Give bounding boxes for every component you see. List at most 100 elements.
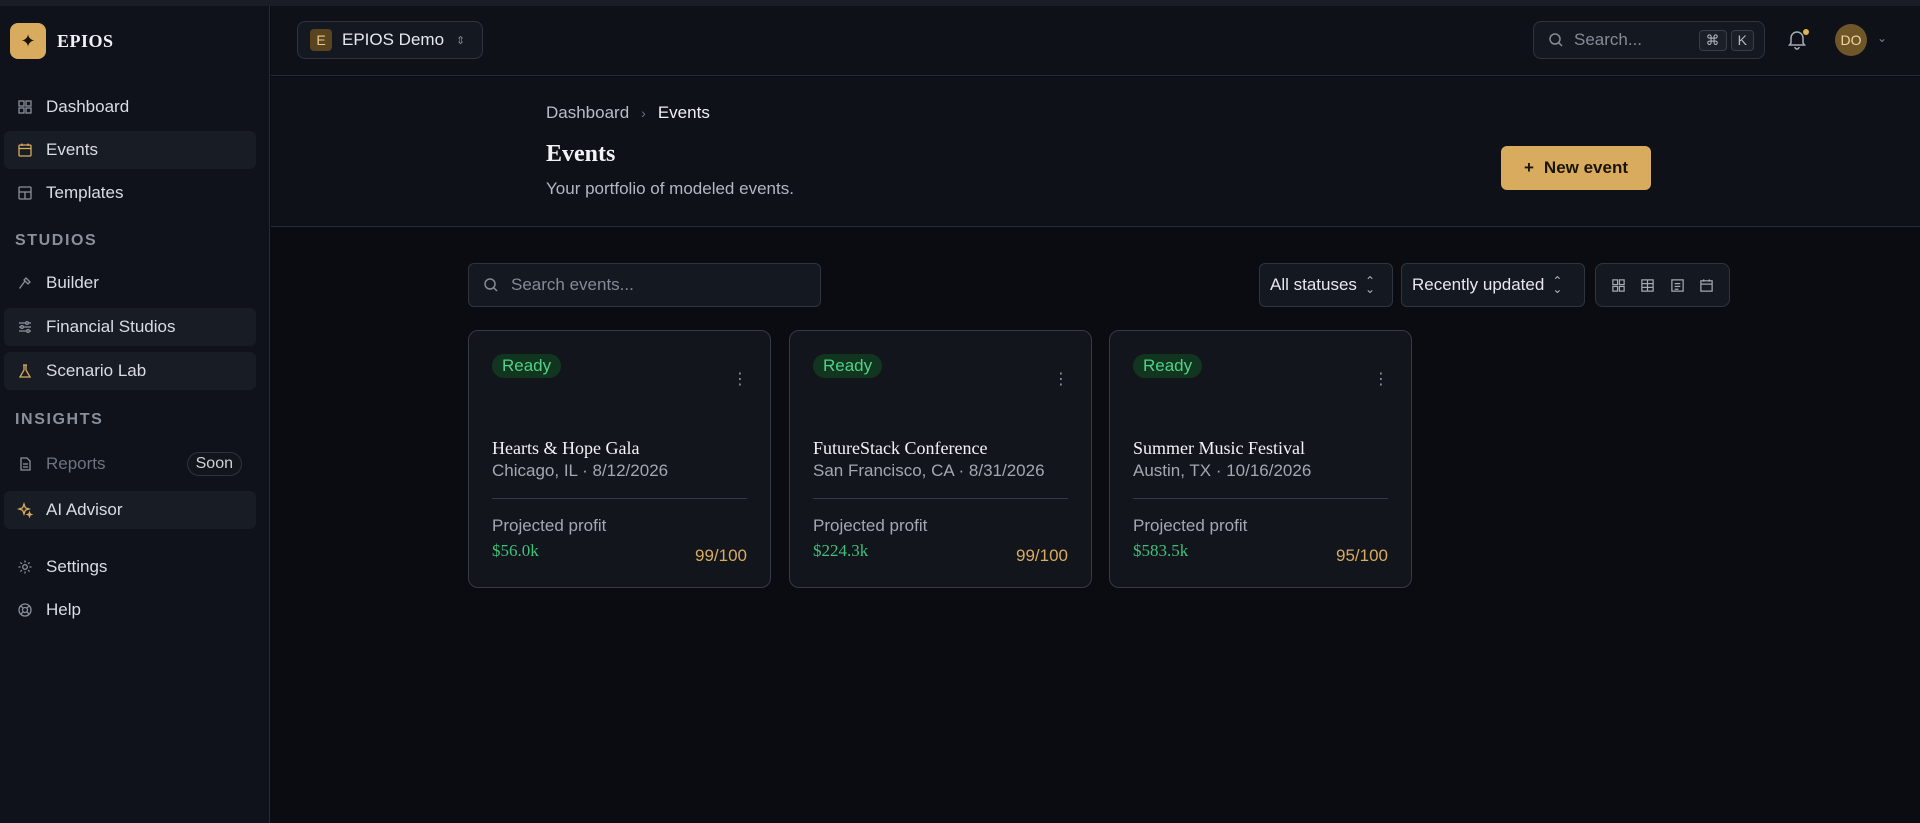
- sidebar: ✦ EPIOS Dashboard Events Templates STUDI…: [0, 6, 270, 823]
- event-card[interactable]: Ready ⋮ FutureStack Conference San Franc…: [789, 330, 1092, 588]
- chevron-updown-icon: ⌃ ⌄: [1364, 274, 1375, 296]
- breadcrumb-current: Events: [657, 103, 710, 122]
- sidebar-item-builder[interactable]: Builder: [4, 264, 256, 302]
- event-meta: Austin, TX · 10/16/2026: [1133, 461, 1312, 480]
- section-label-studios: STUDIOS: [15, 232, 98, 249]
- sidebar-item-settings[interactable]: Settings: [4, 548, 256, 586]
- sidebar-item-scenario-lab[interactable]: Scenario Lab: [4, 352, 256, 390]
- sort-select[interactable]: Recently updated ⌃ ⌄: [1401, 263, 1585, 307]
- event-score: 99/100: [1016, 546, 1068, 565]
- sidebar-item-events[interactable]: Events: [4, 131, 256, 169]
- sort-value: Recently updated: [1412, 275, 1545, 294]
- sidebar-item-label: Help: [46, 600, 81, 619]
- more-options-icon[interactable]: ⋮: [1053, 372, 1069, 388]
- gear-icon: [16, 558, 34, 576]
- template-icon: [16, 184, 34, 202]
- chevron-down-icon[interactable]: ⌄: [1877, 31, 1887, 45]
- calendar-icon: [1700, 278, 1713, 292]
- page-header: Dashboard › Events Events Your portfolio…: [271, 77, 1920, 227]
- workspace-initial: E: [310, 29, 332, 51]
- sidebar-item-label: Events: [46, 140, 98, 159]
- sidebar-item-label: Builder: [46, 273, 99, 292]
- search-icon: [484, 278, 498, 292]
- flask-icon: [16, 362, 34, 380]
- top-header: E EPIOS Demo ⇕ Search... ⌘ K DO ⌄: [271, 6, 1920, 76]
- sidebar-item-reports[interactable]: Reports Soon: [4, 445, 256, 483]
- chevron-updown-icon: ⇕: [456, 34, 466, 47]
- sidebar-item-financial-studios[interactable]: Financial Studios: [4, 308, 256, 346]
- event-card[interactable]: Ready ⋮ Summer Music Festival Austin, TX…: [1109, 330, 1412, 588]
- lifebuoy-icon: [16, 601, 34, 619]
- profit-value: $583.5k: [1133, 541, 1189, 560]
- more-options-icon[interactable]: ⋮: [1373, 372, 1389, 388]
- avatar[interactable]: DO: [1835, 24, 1867, 56]
- event-meta: San Francisco, CA · 8/31/2026: [813, 461, 1045, 480]
- event-title: Summer Music Festival: [1133, 438, 1305, 458]
- new-event-button[interactable]: + New event: [1501, 146, 1651, 190]
- status-badge: Ready: [813, 354, 883, 378]
- kbd-cmd: ⌘: [1698, 29, 1727, 51]
- view-switcher: [1595, 263, 1730, 307]
- page-subtitle: Your portfolio of modeled events.: [546, 179, 794, 198]
- profit-label: Projected profit: [492, 516, 607, 535]
- status-filter-select[interactable]: All statuses ⌃ ⌄: [1259, 263, 1393, 307]
- calendar-icon: [16, 141, 34, 159]
- chevron-right-icon: ›: [641, 105, 646, 121]
- dashboard-icon: [16, 98, 34, 116]
- kbd-key: K: [1730, 29, 1754, 51]
- status-badge: Ready: [492, 354, 562, 378]
- event-title: Hearts & Hope Gala: [492, 438, 640, 458]
- sidebar-item-label: AI Advisor: [46, 500, 123, 519]
- plus-icon: +: [1523, 158, 1534, 177]
- new-event-label: New event: [1543, 158, 1629, 177]
- chevron-updown-icon: ⌃ ⌄: [1552, 274, 1563, 296]
- brand-logo-icon: ✦: [10, 23, 46, 59]
- event-card[interactable]: Ready ⋮ Hearts & Hope Gala Chicago, IL ·…: [468, 330, 771, 588]
- breadcrumb-dashboard[interactable]: Dashboard: [546, 103, 629, 123]
- event-title: FutureStack Conference: [813, 438, 988, 458]
- grid-icon: [1612, 278, 1625, 292]
- report-icon: [16, 455, 34, 473]
- notification-dot: [1803, 29, 1809, 35]
- workspace-name: EPIOS Demo: [342, 30, 445, 49]
- list-view-button[interactable]: [1665, 273, 1689, 297]
- brand[interactable]: ✦ EPIOS: [10, 23, 114, 59]
- sidebar-item-label: Scenario Lab: [46, 361, 147, 380]
- profit-label: Projected profit: [1133, 516, 1248, 535]
- sidebar-item-label: Financial Studios: [46, 317, 176, 336]
- profit-value: $56.0k: [492, 541, 539, 560]
- sidebar-item-dashboard[interactable]: Dashboard: [4, 88, 256, 126]
- sliders-icon: [16, 318, 34, 336]
- sidebar-item-templates[interactable]: Templates: [4, 174, 256, 212]
- brand-name: EPIOS: [57, 30, 114, 51]
- sidebar-item-label: Reports: [46, 454, 106, 473]
- grid-view-button[interactable]: [1607, 273, 1631, 297]
- calendar-view-button[interactable]: [1694, 273, 1718, 297]
- global-search-input[interactable]: Search... ⌘ K: [1533, 21, 1765, 59]
- event-score: 99/100: [695, 546, 747, 565]
- card-divider: [492, 498, 747, 499]
- more-options-icon[interactable]: ⋮: [732, 372, 748, 388]
- workspace-switcher[interactable]: E EPIOS Demo ⇕: [297, 21, 483, 59]
- search-events-placeholder: Search events...: [511, 275, 634, 294]
- sidebar-item-label: Dashboard: [46, 97, 130, 116]
- profit-label: Projected profit: [813, 516, 928, 535]
- sparkle-icon: [16, 501, 34, 519]
- table-icon: [1641, 278, 1655, 292]
- sidebar-item-label: Settings: [46, 557, 108, 576]
- notifications-button[interactable]: [1786, 28, 1810, 52]
- sidebar-item-help[interactable]: Help: [4, 591, 256, 629]
- status-filter-value: All statuses: [1270, 275, 1357, 294]
- sidebar-item-ai-advisor[interactable]: AI Advisor: [4, 491, 256, 529]
- section-label-insights: INSIGHTS: [15, 411, 104, 428]
- event-meta: Chicago, IL · 8/12/2026: [492, 461, 669, 480]
- search-events-input[interactable]: Search events...: [468, 263, 821, 307]
- profit-value: $224.3k: [813, 541, 869, 560]
- keyboard-shortcut: ⌘ K: [1698, 29, 1754, 51]
- search-placeholder: Search...: [1574, 30, 1643, 49]
- page-title: Events: [546, 141, 616, 167]
- list-icon: [1670, 278, 1684, 292]
- search-icon: [1549, 33, 1563, 47]
- table-view-button[interactable]: [1636, 273, 1660, 297]
- card-divider: [1133, 498, 1388, 499]
